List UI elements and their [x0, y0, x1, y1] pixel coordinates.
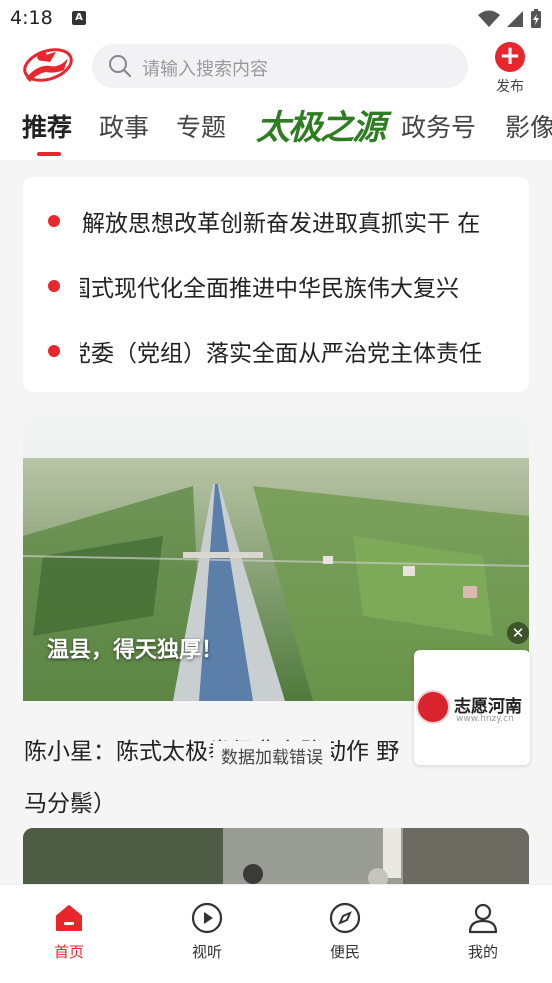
headline-item[interactable]: 国式现代化全面推进中华民族伟大复兴 — [23, 265, 529, 305]
search-placeholder: 请输入搜索内容 — [142, 59, 268, 80]
article-photo — [23, 828, 529, 884]
bullet-dot — [48, 280, 60, 292]
publish-button[interactable]: + 发布 — [480, 42, 540, 98]
play-icon — [167, 901, 247, 935]
headline-text: 国式现代化全面推进中华民族伟大复兴 — [80, 276, 459, 302]
headline-item[interactable]: 解放思想改革创新奋发进取真抓实干 在 — [23, 200, 529, 240]
notification-icon: A — [72, 11, 86, 25]
tab-taiji-origin[interactable]: 太极之源 — [256, 100, 386, 149]
status-time: 4:18 — [10, 7, 53, 29]
feature-caption: 温县，得天独厚！ — [47, 638, 224, 663]
user-icon — [443, 901, 523, 935]
volunteer-ad[interactable]: ✕ 志愿河南 www.hnzy.cn — [414, 622, 530, 765]
nav-label: 视听 — [191, 943, 222, 961]
wifi-icon — [478, 10, 500, 27]
app-logo[interactable] — [20, 44, 74, 86]
nav-services[interactable]: 便民 — [305, 901, 385, 962]
nav-profile[interactable]: 我的 — [443, 901, 523, 962]
plus-icon: + — [495, 42, 525, 72]
nav-home[interactable]: 首页 — [29, 901, 109, 962]
headline-card: 解放思想改革创新奋发进取真抓实干 在 国式现代化全面推进中华民族伟大复兴 党委（… — [23, 177, 529, 392]
status-icons — [478, 9, 542, 29]
tab-recommend[interactable]: 推荐 — [22, 108, 72, 144]
search-bar[interactable]: 请输入搜索内容 — [92, 44, 468, 88]
status-bar: 4:18 A — [0, 0, 552, 38]
headline-text: 党委（党组）落实全面从严治党主体责任 — [80, 341, 482, 367]
error-toast: 数据加载错误 — [213, 741, 331, 770]
volunteer-logo — [416, 690, 450, 724]
ad-url: www.hnzy.cn — [456, 714, 514, 724]
battery-icon — [531, 9, 541, 28]
article-image[interactable] — [23, 828, 529, 884]
bullet-dot — [48, 345, 60, 357]
nav-label: 我的 — [467, 943, 498, 961]
publish-label: 发布 — [496, 79, 524, 95]
tab-topics[interactable]: 专题 — [176, 108, 226, 144]
bottom-navigation: 首页 视听 便民 我的 — [0, 884, 552, 983]
active-tab-indicator — [37, 152, 61, 156]
tab-government-accounts[interactable]: 政务号 — [401, 108, 476, 144]
compass-icon — [305, 901, 385, 935]
signal-icon — [507, 11, 523, 27]
app-header: 请输入搜索内容 + 发布 — [0, 38, 552, 96]
tab-images[interactable]: 影像 — [505, 108, 552, 144]
nav-label: 便民 — [329, 943, 360, 961]
home-icon — [29, 901, 109, 935]
tab-politics[interactable]: 政事 — [99, 108, 149, 144]
headline-text: 解放思想改革创新奋发进取真抓实干 在 — [82, 211, 481, 237]
bullet-dot — [48, 215, 60, 227]
nav-video[interactable]: 视听 — [167, 901, 247, 962]
close-icon[interactable]: ✕ — [507, 622, 529, 644]
headline-item[interactable]: 党委（党组）落实全面从严治党主体责任 — [23, 330, 529, 370]
search-icon — [109, 55, 132, 78]
nav-label: 首页 — [53, 943, 84, 961]
category-tabs: 推荐 政事 专题 太极之源 政务号 影像 — [0, 96, 552, 160]
